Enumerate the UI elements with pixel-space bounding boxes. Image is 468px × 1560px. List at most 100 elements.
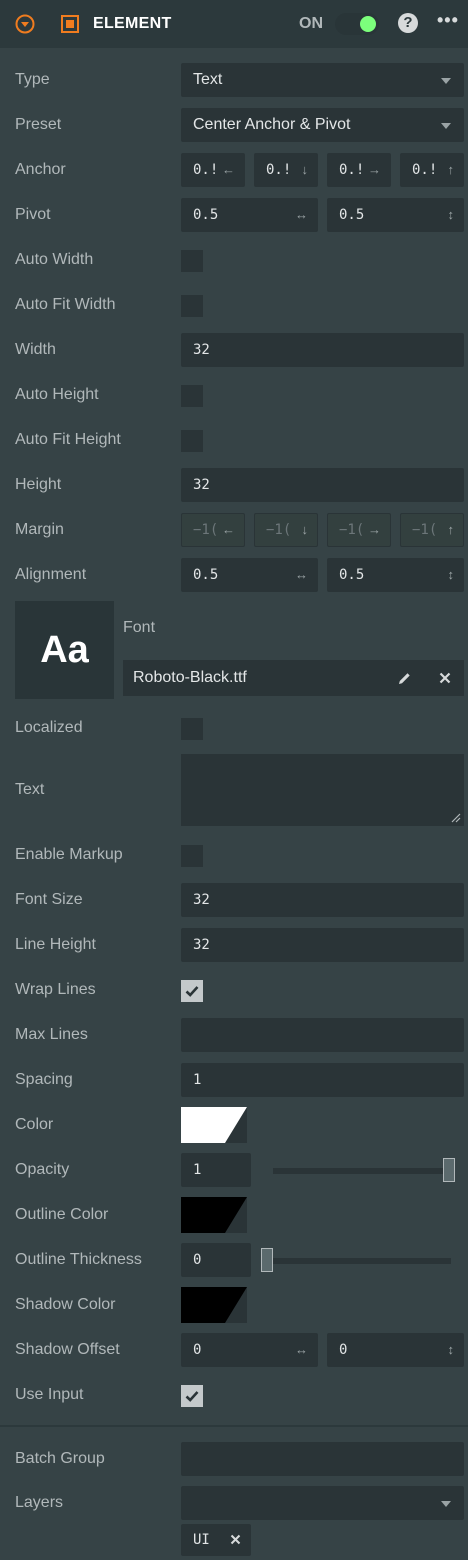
anchor-z-input[interactable]: 0.! → xyxy=(327,153,391,187)
horizontal-arrow-icon: ↔ xyxy=(295,207,308,222)
preset-value: Center Anchor & Pivot xyxy=(193,116,351,133)
layer-tag: UI xyxy=(181,1524,251,1556)
chevron-down-icon xyxy=(441,78,451,84)
anchor-x-input[interactable]: 0.! ← xyxy=(181,153,245,187)
vertical-arrow-icon: ↕ xyxy=(447,207,455,222)
shadow-offset-y-value: 0 xyxy=(339,1342,348,1358)
alignment-y-value: 0.5 xyxy=(339,567,365,583)
horizontal-arrow-icon: ↔ xyxy=(295,1342,308,1357)
outline-thickness-value: 0 xyxy=(193,1252,202,1268)
arrow-left-icon: ← xyxy=(222,162,235,177)
line-height-input[interactable]: 32 xyxy=(181,928,464,962)
pivot-x-value: 0.5 xyxy=(193,207,219,223)
anchor-label: Anchor xyxy=(15,161,66,178)
enable-toggle[interactable] xyxy=(335,13,379,35)
opacity-input[interactable]: 1 xyxy=(181,1153,251,1187)
font-asset-field[interactable]: Roboto-Black.ttf xyxy=(123,660,464,696)
use-input-checkbox[interactable] xyxy=(181,1385,203,1407)
height-label: Height xyxy=(15,476,62,493)
width-value: 32 xyxy=(193,342,210,358)
outline-thickness-slider-handle[interactable] xyxy=(261,1248,273,1272)
pivot-y-value: 0.5 xyxy=(339,207,365,223)
margin-label: Margin xyxy=(15,521,64,538)
resize-handle-icon[interactable] xyxy=(451,813,461,823)
layers-row: Layers xyxy=(0,1484,468,1522)
arrow-left-icon: ← xyxy=(222,522,235,537)
opacity-slider-track[interactable] xyxy=(273,1168,455,1174)
collapse-icon[interactable] xyxy=(15,14,35,34)
font-size-input[interactable]: 32 xyxy=(181,883,464,917)
anchor-w-input[interactable]: 0.! ↑ xyxy=(400,153,464,187)
margin-left-input[interactable]: −1( ← xyxy=(181,513,245,547)
text-input[interactable] xyxy=(181,754,464,826)
pivot-x-input[interactable]: 0.5 ↔ xyxy=(181,198,318,232)
auto-width-row: Auto Width xyxy=(0,241,468,279)
margin-bottom-value: −1( xyxy=(266,522,292,538)
arrow-up-icon: ↑ xyxy=(447,522,455,537)
spacing-input[interactable]: 1 xyxy=(181,1063,464,1097)
shadow-offset-row: Shadow Offset 0 ↔ 0 ↕ xyxy=(0,1331,468,1369)
shadow-offset-x-input[interactable]: 0 ↔ xyxy=(181,1333,318,1367)
margin-bottom-input[interactable]: −1( ↓ xyxy=(254,513,318,547)
spacing-value: 1 xyxy=(193,1072,202,1088)
anchor-y-input[interactable]: 0.! ↓ xyxy=(254,153,318,187)
more-icon[interactable]: ••• xyxy=(437,11,458,33)
width-input[interactable]: 32 xyxy=(181,333,464,367)
vertical-arrow-icon: ↕ xyxy=(447,567,455,582)
line-height-value: 32 xyxy=(193,937,210,953)
enable-markup-checkbox[interactable] xyxy=(181,845,203,867)
font-size-label: Font Size xyxy=(15,891,83,908)
shadow-offset-x-value: 0 xyxy=(193,1342,202,1358)
alignment-row: Alignment 0.5 ↔ 0.5 ↕ xyxy=(0,556,468,594)
batch-group-select[interactable] xyxy=(181,1442,464,1476)
shadow-color-swatch[interactable] xyxy=(181,1287,247,1323)
preset-select[interactable]: Center Anchor & Pivot xyxy=(181,108,464,142)
margin-left-value: −1( xyxy=(193,522,219,538)
margin-right-value: −1( xyxy=(339,522,365,538)
shadow-color-label: Shadow Color xyxy=(15,1296,116,1313)
pivot-y-input[interactable]: 0.5 ↕ xyxy=(327,198,464,232)
type-select[interactable]: Text xyxy=(181,63,464,97)
auto-width-checkbox[interactable] xyxy=(181,250,203,272)
alignment-x-input[interactable]: 0.5 ↔ xyxy=(181,558,318,592)
auto-fit-width-row: Auto Fit Width xyxy=(0,286,468,324)
auto-fit-width-checkbox[interactable] xyxy=(181,295,203,317)
auto-height-checkbox[interactable] xyxy=(181,385,203,407)
auto-fit-height-checkbox[interactable] xyxy=(181,430,203,452)
anchor-y-value: 0.! xyxy=(266,162,292,178)
outline-color-swatch[interactable] xyxy=(181,1197,247,1233)
auto-fit-height-label: Auto Fit Height xyxy=(15,431,121,448)
toggle-knob xyxy=(360,16,376,32)
vertical-arrow-icon: ↕ xyxy=(447,1342,455,1357)
max-lines-input[interactable] xyxy=(181,1018,464,1052)
margin-top-input[interactable]: −1( ↑ xyxy=(400,513,464,547)
color-swatch[interactable] xyxy=(181,1107,247,1143)
help-icon[interactable]: ? xyxy=(398,13,418,33)
localized-checkbox[interactable] xyxy=(181,718,203,740)
shadow-offset-y-input[interactable]: 0 ↕ xyxy=(327,1333,464,1367)
arrow-down-icon: ↓ xyxy=(301,162,309,177)
opacity-slider-handle[interactable] xyxy=(443,1158,455,1182)
auto-height-label: Auto Height xyxy=(15,386,99,403)
close-icon[interactable] xyxy=(439,672,451,684)
alignment-y-input[interactable]: 0.5 ↕ xyxy=(327,558,464,592)
font-preview[interactable]: Aa xyxy=(15,601,114,699)
wrap-lines-checkbox[interactable] xyxy=(181,980,203,1002)
preset-label: Preset xyxy=(15,116,62,133)
edit-icon[interactable] xyxy=(397,671,412,686)
outline-thickness-slider-track[interactable] xyxy=(261,1258,451,1264)
layer-tag-name: UI xyxy=(193,1532,210,1548)
type-label: Type xyxy=(15,71,50,88)
margin-right-input[interactable]: −1( → xyxy=(327,513,391,547)
height-input[interactable]: 32 xyxy=(181,468,464,502)
remove-tag-icon[interactable] xyxy=(230,1534,241,1545)
auto-width-label: Auto Width xyxy=(15,251,94,268)
arrow-up-icon: ↑ xyxy=(447,162,455,177)
layers-select[interactable] xyxy=(181,1486,464,1520)
outline-thickness-input[interactable]: 0 xyxy=(181,1243,251,1277)
enable-markup-row: Enable Markup xyxy=(0,836,468,874)
opacity-row: Opacity 1 xyxy=(0,1151,468,1189)
max-lines-label: Max Lines xyxy=(15,1026,88,1043)
color-row: Color xyxy=(0,1106,468,1144)
font-label: Font xyxy=(123,619,156,636)
